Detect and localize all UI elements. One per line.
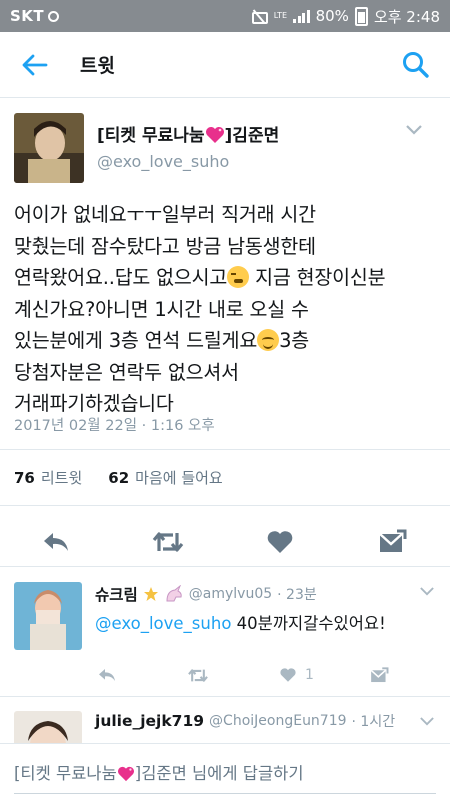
author-avatar[interactable] [14,113,84,183]
like-count[interactable]: 62 [108,469,129,487]
tweet-line: 계신가요?아니면 1시간 내로 오실 수 [14,297,309,321]
message-button[interactable] [374,524,410,560]
reply-icon [44,533,68,551]
tweet-text: 어이가 없네요ㅜㅜ일부러 직거래 시간 맞췄는데 잠수탔다고 방금 남동생한테 … [14,199,439,420]
heart-icon [280,668,296,682]
smiling-face-icon [257,329,280,351]
battery-percent: 80% [315,7,349,25]
retweet-button[interactable] [187,663,209,687]
author-block[interactable]: [티켓 무료나눔 ]김준면 @exo_love_suho [97,121,279,171]
message-button[interactable] [369,663,389,687]
reply-text-body: 40분까지갈수있어요! [231,614,386,633]
tweet-line-part: 지금 현장이신분 [249,266,386,289]
reply-text: @exo_love_suho 40분까지갈수있어요! [95,610,386,634]
reply-button[interactable] [97,663,117,687]
reply-author-name: julie_jejk719 [95,712,205,730]
chevron-down-icon[interactable] [420,587,434,596]
app-bar: 트윗 [0,32,450,98]
divider [0,449,450,450]
heart-icon [267,531,293,553]
tweet-line-part: 있는분에게 3층 연석 드릴게요 [14,329,258,352]
carrier-label: SKT [10,7,45,25]
retweet-label[interactable]: 리트윗 [41,467,82,488]
tweet-line-part: 3층 [279,329,310,352]
reply-author-handle: @ChoiJeongEun719 [209,713,347,729]
reply-author-handle: @amylvu05 [188,586,273,602]
tweet-stats: 76 리트윗 62 마음에 들어요 [14,467,223,488]
divider [0,566,450,567]
tweet-line-with-emoji: 있는분에게 3층 연석 드릴게요 3층 [14,325,439,357]
carrier-icon [48,10,60,22]
tweet-line: 어이가 없네요ㅜㅜ일부러 직거래 시간 [14,203,316,226]
reply-tweet[interactable]: julie_jejk719 @ChoiJeongEun719 · 1시간 [0,697,450,743]
input-underline [14,793,436,794]
page-title: 트윗 [80,55,115,77]
sparkling-heart-icon [205,127,224,143]
reply-author-name: 슈크림 [95,586,138,604]
tweet-timestamp: 2017년 02월 22일 · 1:16 오후 [14,418,215,434]
tweet-line: 당첨자분은 연락두 없으셔서 [14,360,239,384]
reply-time: · 23분 [277,587,317,603]
battery-icon [354,6,368,26]
arrow-left-icon [22,54,48,75]
like-label[interactable]: 마음에 들어요 [135,467,223,488]
tweet-line-with-emoji: 연락왔어요..답도 없으시고 지금 현장이신분 [14,262,439,294]
retweet-count[interactable]: 76 [14,469,35,487]
search-button[interactable] [400,49,432,81]
avatar-image [14,113,84,183]
author-name: [티켓 무료나눔 ]김준면 [97,121,279,146]
unicorn-icon [166,585,182,602]
like-button[interactable]: 1 [279,663,314,687]
network-type-label: LTE [273,11,288,20]
mute-icon [250,9,268,24]
reply-time: · 1시간 [351,714,396,730]
clock: 오후 2:48 [373,7,440,26]
mention-link[interactable]: @exo_love_suho [95,614,231,633]
reply-composer[interactable]: [티켓 무료나눔 ]김준면 님에게 답글하기 [0,743,450,800]
reply-icon [99,669,115,681]
avatar-image [14,582,82,650]
reply-header: 슈크림 @amylvu05 · 23분 [95,583,317,605]
tweet-line-part: 연락왔어요..답도 없으시고 [14,266,228,289]
retweet-icon [152,532,184,552]
placeholder-head: [티켓 무료나눔 [14,764,117,783]
author-name-head: [티켓 무료나눔 [97,126,205,146]
chevron-down-icon[interactable] [420,717,434,726]
search-icon [403,52,429,78]
reply-avatar[interactable] [14,582,82,650]
tweet-actions [0,506,450,578]
sparkling-heart-icon [117,766,134,782]
back-button[interactable] [0,32,70,98]
retweet-icon [188,668,208,682]
crying-face-icon [227,266,250,288]
like-button[interactable] [262,524,298,560]
retweet-button[interactable] [150,524,186,560]
envelope-icon [370,666,389,682]
star-icon [143,587,158,601]
author-handle: @exo_love_suho [97,152,230,171]
chevron-down-icon[interactable] [406,125,422,135]
status-bar: SKT LTE 80% 오후 2:48 [0,0,450,32]
avatar-image [14,711,82,743]
reply-composer-placeholder: [티켓 무료나눔 ]김준면 님에게 답글하기 [14,760,304,784]
author-name-tail: ]김준면 [224,126,280,146]
reply-like-count: 1 [305,667,314,683]
envelope-icon [379,529,407,552]
reply-avatar[interactable] [14,711,82,743]
placeholder-tail: ]김준면 님에게 답글하기 [134,764,304,783]
tweet-line: 맞췄는데 잠수탔다고 방금 남동생한테 [14,234,316,258]
reply-actions: 1 [95,663,395,687]
signal-icon [293,9,310,23]
reply-header: julie_jejk719 @ChoiJeongEun719 · 1시간 [95,711,395,731]
reply-button[interactable] [38,524,74,560]
